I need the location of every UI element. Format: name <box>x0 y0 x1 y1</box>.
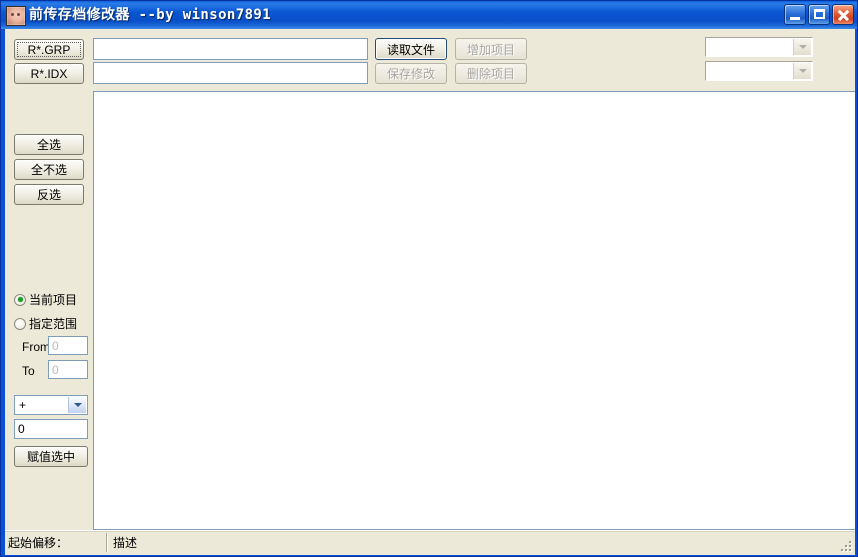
operator-combo[interactable]: + <box>14 395 88 415</box>
from-label: From <box>22 340 50 354</box>
range-to-input[interactable]: 0 <box>48 360 88 379</box>
delete-item-button[interactable]: 删除项目 <box>455 63 527 84</box>
icon-detail-right <box>17 13 20 16</box>
chevron-down-glyph <box>798 45 807 49</box>
top-toolbar: R*.GRP R*.IDX 读取文件 保存修改 增加项目 删除项目 <box>5 29 855 89</box>
amount-input[interactable]: 0 <box>14 419 88 439</box>
app-photo-icon <box>6 6 26 26</box>
chevron-down-icon-operator[interactable] <box>68 397 86 413</box>
window-title: 前传存档修改器 --by winson7891 <box>29 7 272 23</box>
title-bar[interactable]: 前传存档修改器 --by winson7891 <box>1 1 857 29</box>
radio-current-item-indicator <box>14 293 26 306</box>
status-bar: 起始偏移： 描述 <box>5 530 855 555</box>
save-changes-button[interactable]: 保存修改 <box>375 63 447 84</box>
radio-current-item-label: 当前项目 <box>29 293 78 307</box>
close-button[interactable] <box>832 4 854 25</box>
client-area: R*.GRP R*.IDX 读取文件 保存修改 增加项目 删除项目 全选 全不选… <box>5 29 855 555</box>
resize-grip-icon[interactable] <box>839 539 853 553</box>
chevron-down-glyph-operator <box>73 403 82 407</box>
minimize-button[interactable] <box>784 4 806 25</box>
chevron-down-icon-secondary[interactable] <box>793 63 811 79</box>
chevron-down-glyph-secondary <box>798 69 807 73</box>
application-window-root: 前传存档修改器 --by winson7891 R*.GRP R*.IDX 读取… <box>0 0 858 557</box>
item-category-combo[interactable] <box>705 37 813 57</box>
maximize-button[interactable] <box>808 4 830 25</box>
item-field-combo[interactable] <box>705 61 813 81</box>
radio-specified-range[interactable]: 指定范围 <box>14 315 77 332</box>
assign-selected-button[interactable]: 赋值选中 <box>14 446 88 467</box>
radio-specified-range-label: 指定范围 <box>29 317 78 331</box>
grp-path-input[interactable] <box>93 38 368 60</box>
load-grp-button[interactable]: R*.GRP <box>14 39 84 60</box>
chevron-down-icon[interactable] <box>793 39 811 55</box>
status-description-label: 描述 <box>113 536 138 550</box>
main-window: 前传存档修改器 --by winson7891 R*.GRP R*.IDX 读取… <box>0 0 858 557</box>
invert-selection-button[interactable]: 反选 <box>14 184 84 205</box>
caption-button-group <box>784 4 854 25</box>
status-offset-label: 起始偏移： <box>8 536 69 550</box>
idx-path-input[interactable] <box>93 62 368 84</box>
item-list-panel[interactable] <box>93 91 855 530</box>
icon-detail-left <box>11 13 14 16</box>
load-idx-button[interactable]: R*.IDX <box>14 63 84 84</box>
add-item-button[interactable]: 增加项目 <box>455 38 527 60</box>
status-divider <box>106 533 108 552</box>
range-from-input[interactable]: 0 <box>48 336 88 355</box>
radio-current-item[interactable]: 当前项目 <box>14 291 77 308</box>
select-none-button[interactable]: 全不选 <box>14 159 84 180</box>
to-label: To <box>22 364 35 378</box>
operator-combo-value: + <box>19 398 27 412</box>
left-sidebar: 全选 全不选 反选 当前项目 指定范围 From 0 To 0 + 0 赋值选中 <box>5 89 93 530</box>
read-file-button[interactable]: 读取文件 <box>375 38 447 60</box>
radio-specified-range-indicator <box>14 317 26 330</box>
select-all-button[interactable]: 全选 <box>14 134 84 155</box>
